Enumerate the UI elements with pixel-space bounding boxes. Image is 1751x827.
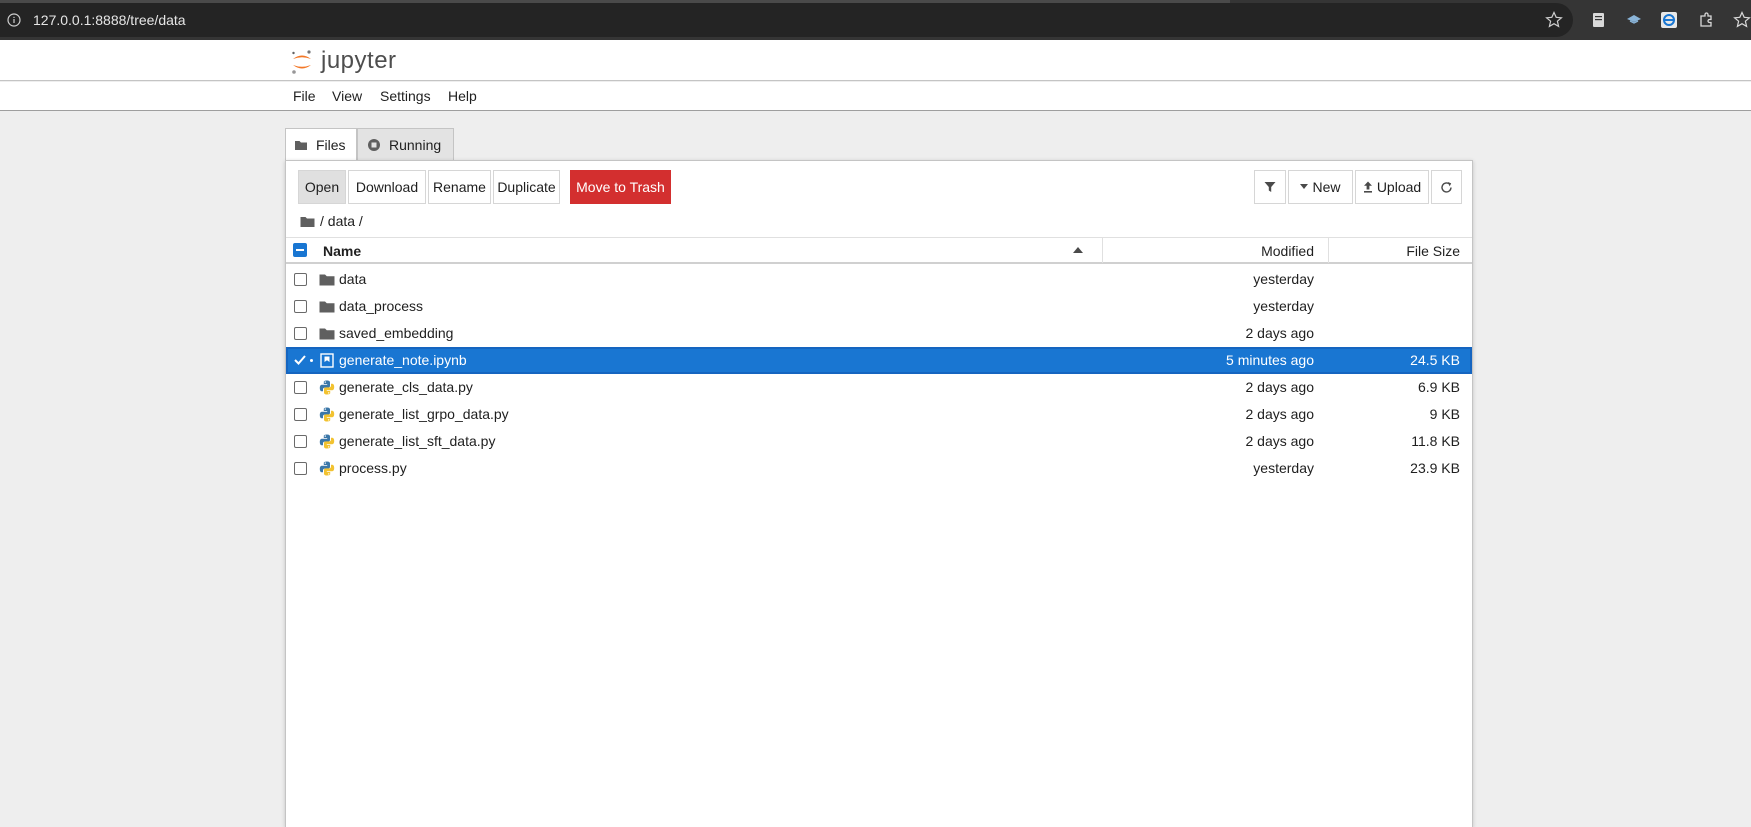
file-name[interactable]: generate_list_grpo_data.py [339, 406, 509, 422]
python-icon [319, 434, 335, 449]
file-list: data yesterday data_process yesterday saved_… [286, 266, 1472, 482]
menu-settings[interactable]: Settings [380, 88, 431, 104]
new-button-label: New [1312, 179, 1341, 195]
file-modified: yesterday [1253, 298, 1314, 314]
refresh-button[interactable] [1431, 170, 1462, 204]
file-modified: yesterday [1253, 460, 1314, 476]
jupyter-header: jupyter [0, 40, 1751, 81]
filter-icon [1264, 182, 1276, 192]
refresh-icon [1441, 181, 1452, 193]
upload-icon [1363, 181, 1372, 193]
favorites-icon[interactable] [1733, 11, 1751, 29]
row-checkbox[interactable] [294, 273, 307, 286]
file-browser-panel: Open Download Rename Duplicate Move to T… [285, 160, 1473, 827]
address-bar[interactable]: 127.0.0.1:8888/tree/data [0, 3, 1573, 37]
upload-button[interactable]: Upload [1355, 170, 1429, 204]
tab-running-label: Running [389, 137, 442, 153]
upload-button-label: Upload [1376, 179, 1422, 195]
extension-icon-a[interactable] [1625, 11, 1643, 29]
rename-button[interactable]: Rename [428, 170, 491, 204]
folder-icon [319, 328, 335, 340]
breadcrumb: / data / [300, 211, 363, 231]
file-row[interactable]: generate_note.ipynb 5 minutes ago 24.5 KB [286, 347, 1472, 374]
bookmark-star-icon[interactable] [1545, 11, 1563, 29]
breadcrumb-path[interactable]: / data / [320, 213, 363, 229]
sort-ascending-icon[interactable] [1073, 246, 1083, 254]
duplicate-button[interactable]: Duplicate [493, 170, 560, 204]
file-modified: 2 days ago [1245, 433, 1315, 449]
file-row[interactable]: generate_list_grpo_data.py 2 days ago 9 KB [286, 401, 1472, 428]
file-row[interactable]: generate_cls_data.py 2 days ago 6.9 KB [286, 374, 1472, 401]
file-modified: 5 minutes ago [1226, 352, 1314, 368]
new-button[interactable]: New [1288, 170, 1353, 204]
python-icon [319, 407, 335, 422]
jupyter-wordmark: jupyter [321, 47, 397, 74]
menu-help[interactable]: Help [448, 88, 477, 104]
file-row[interactable]: saved_embedding 2 days ago [286, 320, 1472, 347]
file-size: 6.9 KB [1417, 379, 1460, 395]
file-name[interactable]: generate_cls_data.py [339, 379, 473, 395]
column-header-name[interactable]: Name [323, 243, 361, 259]
jupyter-logo[interactable]: jupyter [290, 46, 420, 78]
row-checkbox[interactable] [294, 300, 307, 313]
file-modified: 2 days ago [1245, 379, 1315, 395]
file-name[interactable]: process.py [339, 460, 407, 476]
file-name[interactable]: generate_note.ipynb [339, 352, 467, 368]
open-button[interactable]: Open [298, 170, 346, 204]
file-name[interactable]: saved_embedding [339, 325, 453, 341]
home-folder-icon[interactable] [300, 215, 315, 228]
file-modified: 2 days ago [1245, 325, 1315, 341]
url-text[interactable]: 127.0.0.1:8888/tree/data [33, 12, 186, 28]
folder-icon [319, 274, 335, 286]
column-header-file-size[interactable]: File Size [1406, 243, 1460, 259]
folder-icon [295, 141, 307, 150]
file-row[interactable]: generate_list_sft_data.py 2 days ago 11.8 … [286, 428, 1472, 455]
file-modified: 2 days ago [1245, 406, 1315, 422]
download-button[interactable]: Download [348, 170, 426, 204]
column-divider[interactable] [1328, 238, 1329, 263]
folder-icon [319, 301, 335, 313]
file-row[interactable]: data_process yesterday [286, 293, 1472, 320]
select-all-checkbox[interactable] [293, 243, 307, 257]
row-checkbox[interactable] [294, 435, 307, 448]
file-name[interactable]: data_process [339, 298, 423, 314]
column-header-modified[interactable]: Modified [1261, 243, 1314, 259]
row-checkbox[interactable] [294, 408, 307, 421]
tab-running[interactable]: Running [357, 128, 454, 160]
tab-files-label: Files [316, 137, 346, 153]
column-divider[interactable] [1102, 238, 1103, 263]
file-size: 11.8 KB [1411, 433, 1460, 449]
file-size: 23.9 KB [1410, 460, 1460, 476]
running-indicator [310, 359, 313, 362]
extension-icon-b[interactable] [1660, 11, 1678, 29]
menu-bar: File View Settings Help [0, 82, 1751, 111]
file-size: 9 KB [1429, 406, 1460, 422]
extensions-puzzle-icon[interactable] [1697, 11, 1715, 29]
notebook-icon [320, 353, 334, 368]
reading-list-icon[interactable] [1590, 11, 1608, 29]
checked-checkbox-icon[interactable] [293, 353, 307, 367]
menu-view[interactable]: View [332, 88, 362, 104]
python-icon [319, 461, 335, 476]
menu-file[interactable]: File [293, 88, 316, 104]
file-name[interactable]: generate_list_sft_data.py [339, 433, 495, 449]
file-row[interactable]: data yesterday [286, 266, 1472, 293]
jupyter-logo-icon [292, 50, 311, 74]
browser-toolbar: 127.0.0.1:8888/tree/data [0, 0, 1751, 40]
row-checkbox[interactable] [294, 462, 307, 475]
row-checkbox[interactable] [294, 327, 307, 340]
tab-files[interactable]: Files [285, 128, 357, 161]
stop-circle-icon [368, 139, 380, 151]
row-checkbox[interactable] [294, 381, 307, 394]
python-icon [319, 380, 335, 395]
file-size: 24.5 KB [1410, 352, 1460, 368]
move-to-trash-button[interactable]: Move to Trash [570, 170, 671, 204]
file-row[interactable]: process.py yesterday 23.9 KB [286, 455, 1472, 482]
caret-down-icon [1300, 184, 1309, 189]
file-list-header: Name Modified File Size [286, 237, 1472, 264]
site-info-icon[interactable] [7, 13, 21, 27]
file-modified: yesterday [1253, 271, 1314, 287]
file-name[interactable]: data [339, 271, 366, 287]
filter-button[interactable] [1254, 170, 1286, 204]
